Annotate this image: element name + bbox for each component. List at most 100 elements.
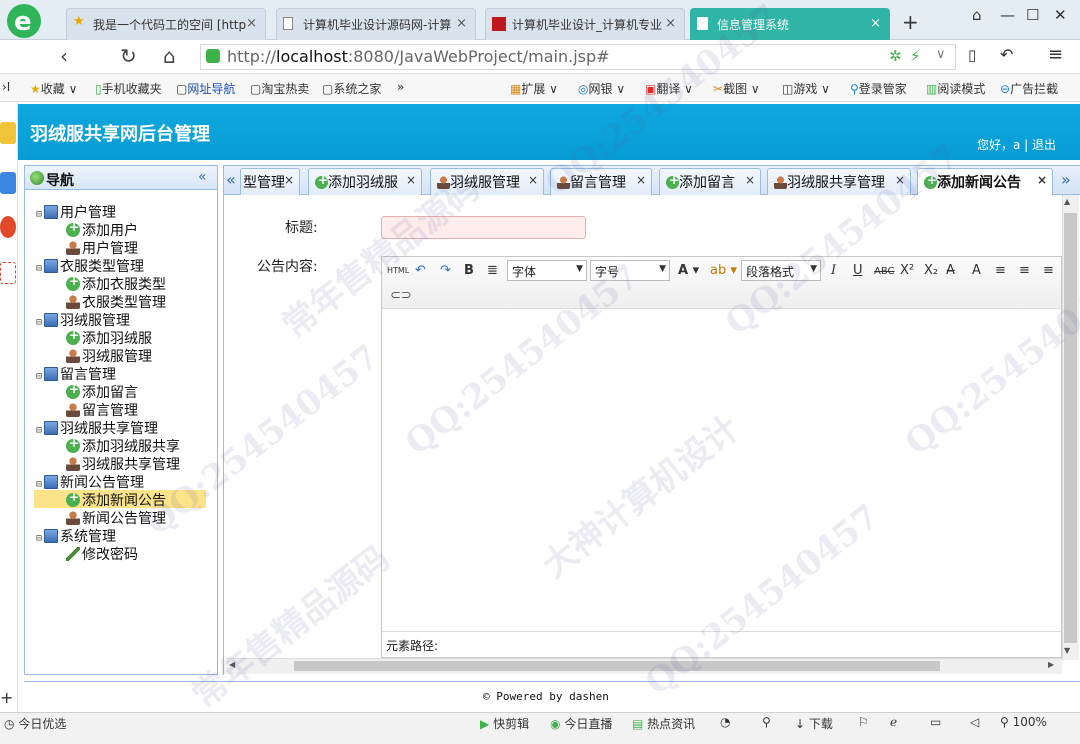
nav-group[interactable]: ⊟ 羽绒服管理: [36, 310, 130, 330]
close-icon[interactable]: ×: [895, 173, 905, 187]
status-pin-icon[interactable]: ⚲: [762, 715, 771, 729]
horizontal-scrollbar-thumb[interactable]: [294, 661, 940, 671]
nav-item[interactable]: 添加新闻公告: [66, 490, 166, 510]
nav-item[interactable]: 添加羽绒服: [66, 328, 152, 348]
url-text[interactable]: http://localhost:8080/JavaWebProject/mai…: [227, 47, 610, 66]
sidebar-note-icon[interactable]: [0, 122, 16, 144]
font-size-select[interactable]: 字号 ▼: [590, 260, 670, 281]
status-window-icon[interactable]: ▭: [930, 715, 941, 729]
align-right-icon[interactable]: ≡: [1043, 263, 1054, 278]
reload-button[interactable]: ↻: [120, 44, 137, 68]
tab-scroll-right-icon[interactable]: »: [1061, 170, 1071, 189]
collapse-toggle-icon[interactable]: ⊟: [36, 209, 42, 220]
highlight-icon[interactable]: ab ▾: [710, 263, 737, 278]
status-zoom[interactable]: ⚲ 100%: [1000, 715, 1047, 729]
bold-icon[interactable]: B: [464, 263, 474, 278]
tab-clothes-type-manage[interactable]: 型管理 ×: [240, 168, 300, 195]
subscript-icon[interactable]: X₂: [924, 263, 938, 278]
rich-text-editor[interactable]: [381, 256, 1062, 658]
menu-icon[interactable]: ≡: [1048, 44, 1063, 65]
home-button[interactable]: ⌂: [163, 44, 176, 68]
nav-item[interactable]: 留言管理: [66, 400, 138, 420]
nav-group[interactable]: ⊟ 用户管理: [36, 202, 116, 222]
collapse-toggle-icon[interactable]: ⊟: [36, 479, 42, 490]
close-icon[interactable]: ×: [745, 173, 755, 187]
underline-icon[interactable]: U: [853, 263, 863, 278]
format-brush-icon[interactable]: A: [972, 263, 981, 278]
close-icon[interactable]: ×: [528, 173, 538, 187]
nav-item[interactable]: 修改密码: [66, 544, 138, 564]
status-download[interactable]: ↓ 下载: [795, 715, 833, 732]
toolbar-screenshot[interactable]: ✂截图 ∨: [713, 80, 760, 97]
nav-item[interactable]: 添加用户: [66, 220, 138, 240]
toolbar-translate[interactable]: ▣翻译 ∨: [645, 80, 693, 97]
bookmark-system[interactable]: ▢系统之家: [322, 80, 381, 97]
sidebar-list-icon[interactable]: [0, 172, 16, 194]
italic-icon[interactable]: I: [831, 263, 836, 278]
nav-group[interactable]: ⊟ 新闻公告管理: [36, 472, 144, 492]
lightning-icon[interactable]: ⚡: [910, 47, 921, 65]
bookmark-taobao[interactable]: ▢淘宝热卖: [250, 80, 309, 97]
toolbar-adblock[interactable]: ⊖广告拦截: [1000, 80, 1058, 97]
shirt-icon[interactable]: ⌂: [972, 6, 982, 24]
collapse-toggle-icon[interactable]: ⊟: [36, 425, 42, 436]
close-icon[interactable]: ×: [870, 16, 881, 31]
browser-tab-1[interactable]: ★ 我是一个代码工的空间 [http ×: [66, 8, 266, 40]
toolbar-reading-mode[interactable]: ▥阅读模式: [926, 80, 985, 97]
strikethrough-icon[interactable]: ABC: [874, 266, 895, 277]
toolbar-login-manager[interactable]: ⚲登录管家: [850, 80, 907, 97]
undo-icon[interactable]: ↶: [1000, 45, 1013, 64]
collapse-toggle-icon[interactable]: ⊟: [36, 317, 42, 328]
nav-item[interactable]: 添加留言: [66, 382, 138, 402]
close-icon[interactable]: ×: [636, 173, 646, 187]
clear-format-icon[interactable]: A̶: [946, 263, 955, 278]
nav-item[interactable]: 衣服类型管理: [66, 292, 166, 312]
status-today-picks[interactable]: ◷ 今日优选: [4, 715, 66, 732]
html-source-button[interactable]: HTML: [387, 266, 409, 275]
bookmark-nav[interactable]: ▢网址导航: [176, 80, 235, 97]
toolbar-extensions[interactable]: ▦扩展 ∨: [510, 80, 558, 97]
tab-add-down-jacket[interactable]: 添加羽绒服 ×: [308, 168, 422, 195]
tab-share-manage[interactable]: 羽绒服共享管理 ×: [767, 168, 911, 195]
scroll-down-icon[interactable]: ▼: [1064, 646, 1070, 655]
status-ie-icon[interactable]: ℯ: [890, 715, 897, 729]
close-icon[interactable]: ×: [406, 173, 416, 187]
paragraph-format-select[interactable]: 段落格式 ▼: [741, 260, 821, 281]
minimize-button[interactable]: —: [1000, 6, 1015, 24]
browser-tab-2[interactable]: 计算机毕业设计源码网-计算 ×: [276, 8, 476, 40]
close-icon[interactable]: ×: [456, 16, 467, 31]
nav-item[interactable]: 羽绒服共享管理: [66, 454, 180, 474]
nav-item[interactable]: 添加羽绒服共享: [66, 436, 180, 456]
bookmark-favorites[interactable]: ★收藏 ∨: [30, 80, 77, 97]
tab-scroll-left-icon[interactable]: «: [226, 170, 236, 189]
logout-link[interactable]: 退出: [1032, 138, 1056, 152]
sidebar-weibo-icon[interactable]: [0, 216, 16, 238]
browser-tab-3[interactable]: 计算机毕业设计_计算机专业 ×: [485, 8, 685, 40]
close-icon[interactable]: ×: [665, 16, 676, 31]
align-left-icon[interactable]: ≡: [995, 263, 1006, 278]
new-tab-button[interactable]: +: [902, 10, 919, 34]
sidebar-at-icon[interactable]: [0, 262, 16, 284]
collapse-toggle-icon[interactable]: ⊟: [36, 371, 42, 382]
tab-down-jacket-manage[interactable]: 羽绒服管理 ×: [430, 168, 544, 195]
close-icon[interactable]: ×: [246, 16, 257, 31]
collapse-toggle-icon[interactable]: ⊟: [36, 263, 42, 274]
nav-item[interactable]: 羽绒服管理: [66, 346, 152, 366]
close-icon[interactable]: ×: [1037, 173, 1047, 187]
format-icon[interactable]: ≣: [487, 263, 498, 278]
status-flag-icon[interactable]: ⚐: [858, 715, 869, 729]
scroll-up-icon[interactable]: ▲: [1064, 197, 1070, 206]
nav-item[interactable]: 新闻公告管理: [66, 508, 166, 528]
status-speed-icon[interactable]: ◔: [720, 715, 730, 729]
status-live[interactable]: ◉ 今日直播: [550, 715, 612, 732]
bookmarks-toggle[interactable]: ›I: [2, 80, 10, 94]
nav-item[interactable]: 用户管理: [66, 238, 138, 258]
collapse-icon[interactable]: «: [198, 169, 207, 185]
browser-tab-active[interactable]: 信息管理系统 ×: [690, 8, 890, 40]
link-icon[interactable]: ⊂⊃: [390, 288, 412, 303]
nav-group[interactable]: ⊟ 羽绒服共享管理: [36, 418, 158, 438]
status-quick-edit[interactable]: ▶ 快剪辑: [480, 715, 529, 732]
font-family-select[interactable]: 字体 ▼: [507, 260, 587, 281]
align-center-icon[interactable]: ≡: [1019, 263, 1030, 278]
maximize-button[interactable]: ☐: [1026, 6, 1039, 24]
